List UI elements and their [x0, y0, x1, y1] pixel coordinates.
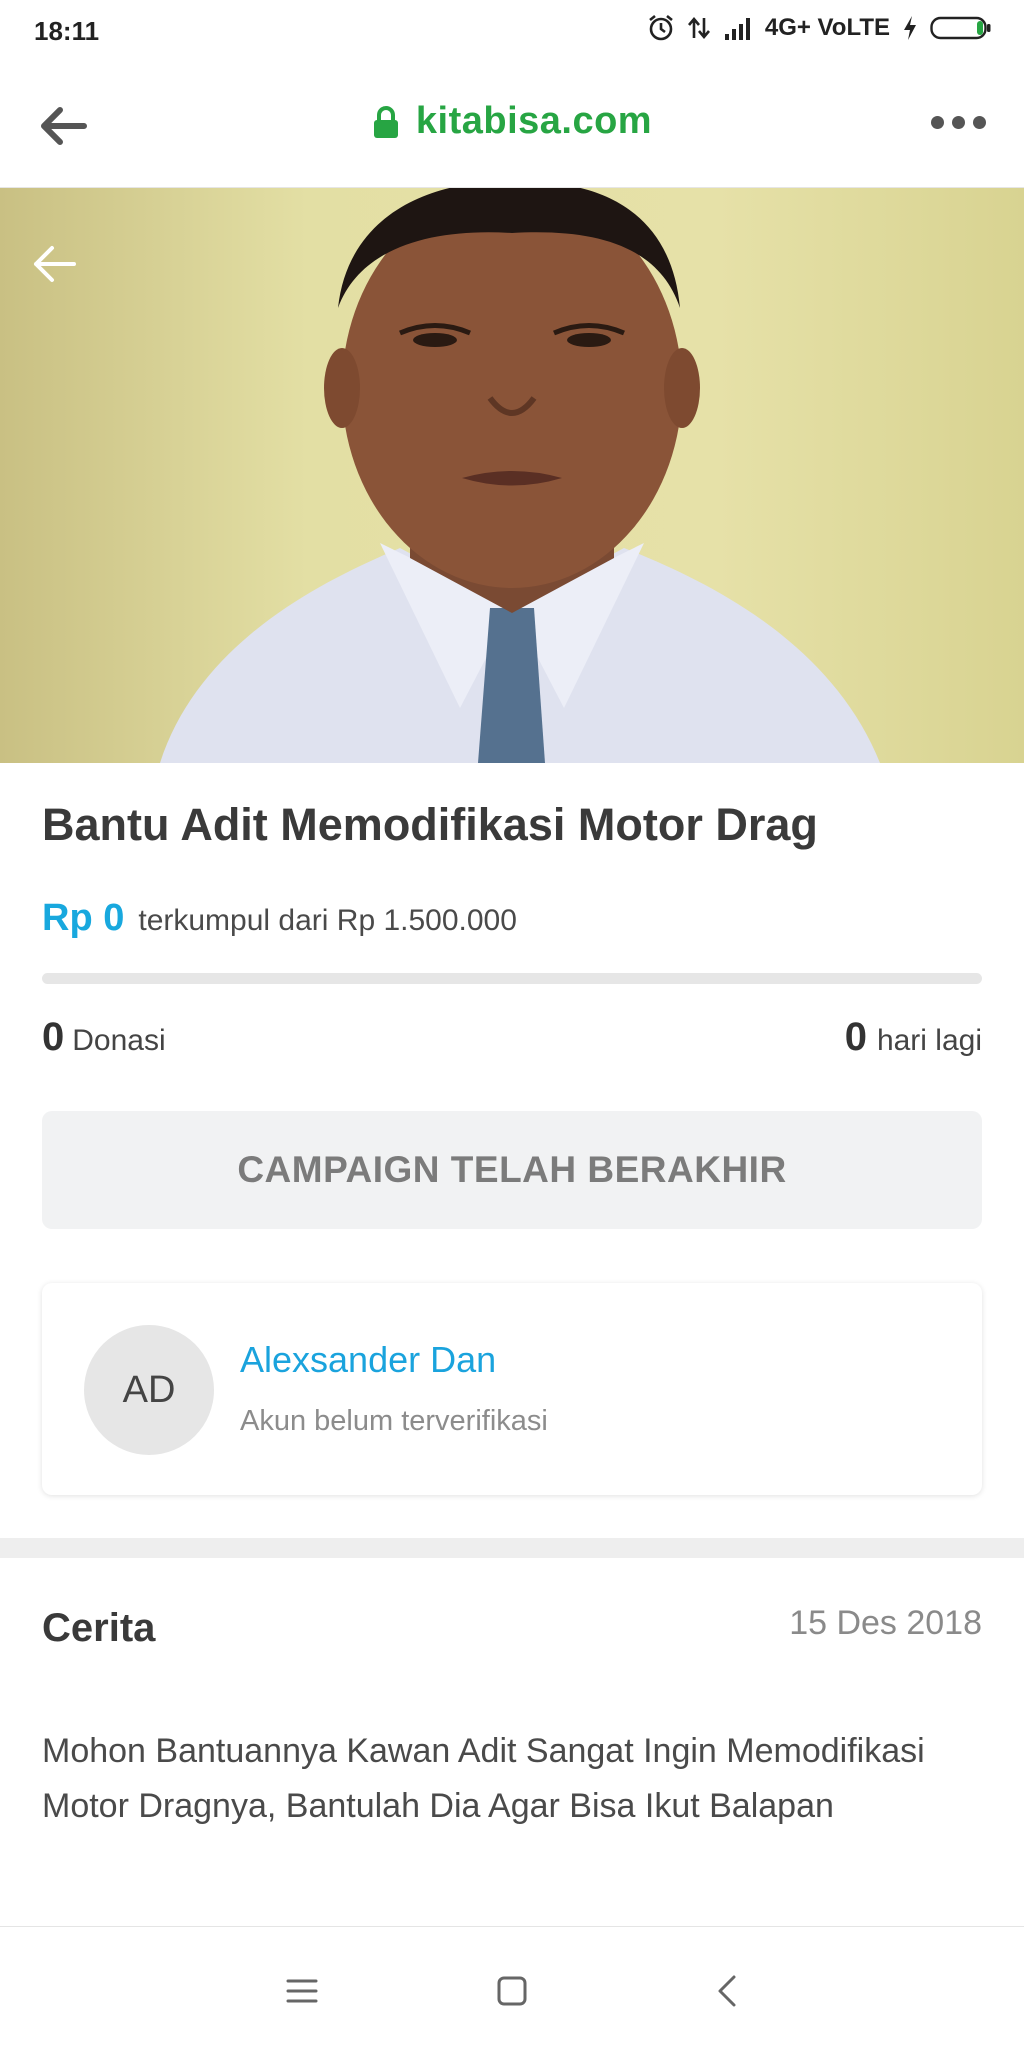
donation-stat: 0 Donasi: [42, 1015, 166, 1060]
section-divider: [0, 1538, 1024, 1558]
home-square-icon[interactable]: [492, 1971, 532, 2011]
data-arrows-icon: [687, 16, 710, 40]
days-left-stat: 0 hari lagi: [845, 1015, 982, 1060]
status-time: 18:11: [34, 16, 100, 46]
network-label: 4G+ VoLTE: [764, 14, 890, 41]
creator-card[interactable]: AD Alexsander Dan Akun belum terverifika…: [42, 1283, 982, 1495]
funding-progress-bar: [42, 973, 982, 984]
alarm-icon: [649, 14, 673, 41]
url-text: kitabisa.com: [415, 100, 653, 142]
campaign-photo-illustration: [160, 188, 880, 763]
story-text: Mohon Bantuannya Kawan Adit Sangat Ingin…: [42, 1732, 925, 1825]
campaign-ended-button[interactable]: CAMPAIGN TELAH BERAKHIR: [42, 1111, 982, 1229]
creator-name-link[interactable]: Alexsander Dan: [240, 1339, 496, 1381]
days-count: 0: [844, 1015, 867, 1059]
donation-label: Donasi: [72, 1024, 166, 1057]
creator-verification-status: Akun belum terverifikasi: [240, 1405, 548, 1437]
browser-bar: kitabisa.com: [0, 62, 1024, 188]
system-nav-bar: [0, 1926, 1024, 2048]
campaign-title: Bantu Adit Memodifikasi Motor Drag: [42, 799, 818, 850]
lock-icon: [373, 105, 398, 138]
story-heading: Cerita: [42, 1606, 156, 1650]
status-bar: 18:11 4G+ VoLTE: [0, 0, 1024, 62]
donation-count: 0: [42, 1015, 65, 1059]
back-chevron-icon[interactable]: [708, 1971, 748, 2011]
avatar: AD: [84, 1325, 214, 1455]
story-date: 15 Des 2018: [789, 1604, 982, 1642]
hero-back-arrow-icon[interactable]: [30, 242, 78, 286]
campaign-hero-image: [0, 188, 1024, 763]
status-icons: 4G+ VoLTE: [647, 14, 992, 42]
raised-amount: Rp 0: [42, 897, 125, 939]
target-text: terkumpul dari Rp 1.500.000: [138, 904, 517, 937]
address-bar[interactable]: kitabisa.com: [0, 100, 1024, 144]
menu-icon[interactable]: [282, 1971, 322, 2011]
funding-summary: Rp 0 terkumpul dari Rp 1.500.000: [42, 897, 517, 940]
signal-icon: [724, 18, 750, 40]
days-label: hari lagi: [876, 1024, 982, 1057]
battery-icon: [930, 16, 991, 40]
more-dots-icon[interactable]: [931, 116, 986, 129]
charging-icon: [904, 16, 916, 40]
